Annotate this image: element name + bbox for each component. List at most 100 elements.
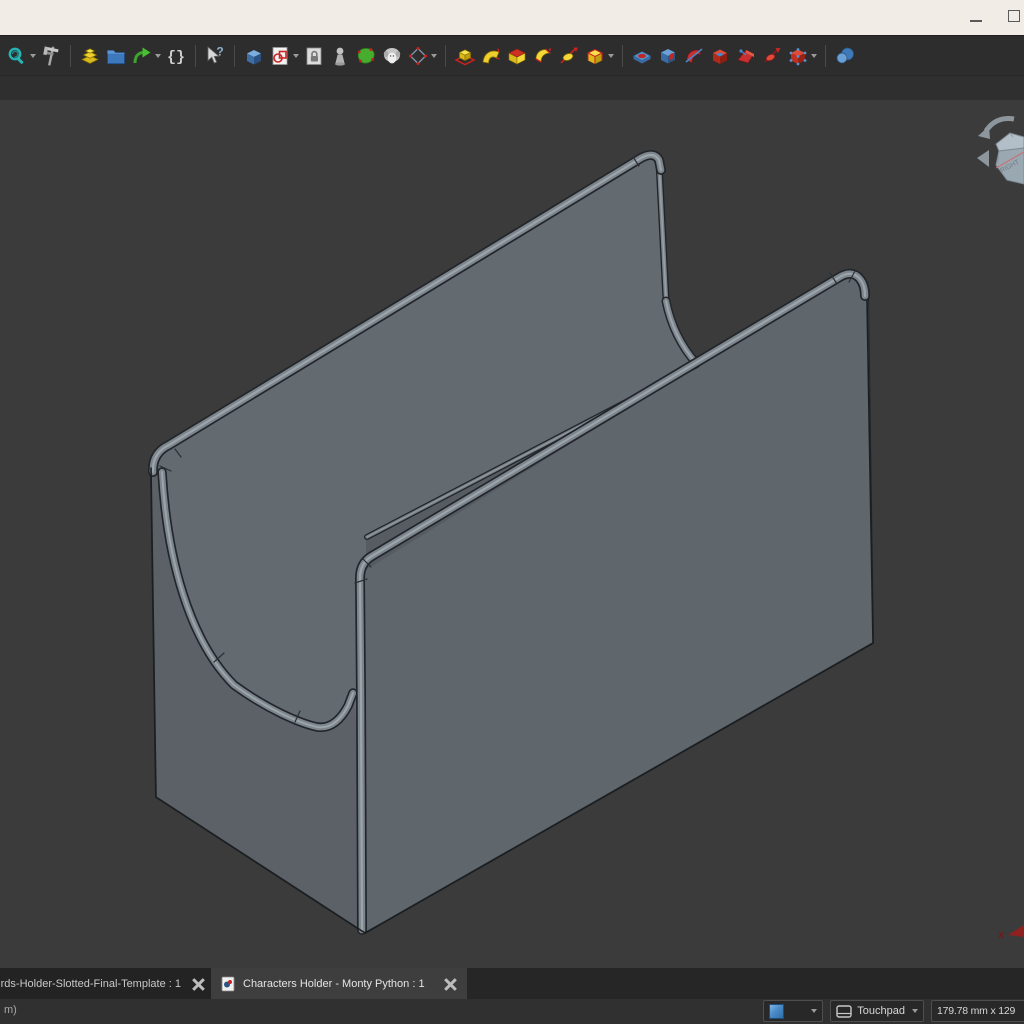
viewport-dimensions-value: 179.78 mm x 129 xyxy=(937,1005,1015,1017)
zoom-refresh-button[interactable] xyxy=(6,45,36,67)
rotate-arrow-icon[interactable] xyxy=(986,119,1014,132)
fill-solid-icon xyxy=(506,45,528,67)
select-query-cursor-icon: ? xyxy=(204,45,226,67)
model-characters-holder[interactable] xyxy=(0,100,1024,968)
measure-caliper-icon xyxy=(40,45,62,67)
fill-solid-button[interactable] xyxy=(506,45,528,67)
component-pawn-button[interactable] xyxy=(329,45,351,67)
edit-vertices-icon xyxy=(787,45,809,67)
touchpad-icon xyxy=(836,1005,852,1018)
dropdown-caret-icon[interactable] xyxy=(155,54,161,58)
hole-solid-button[interactable] xyxy=(657,45,679,67)
edit-edges-button[interactable] xyxy=(584,45,614,67)
open-folder-icon xyxy=(105,45,127,67)
cut-axis-button[interactable] xyxy=(761,45,783,67)
surface-patch-button[interactable] xyxy=(355,45,377,67)
sketch-layout-button[interactable] xyxy=(269,45,299,67)
status-message: m) xyxy=(4,1004,17,1016)
hole-solid-icon xyxy=(657,45,679,67)
part-solid-button[interactable] xyxy=(243,45,265,67)
move-grid-icon xyxy=(407,45,429,67)
locked-document-icon xyxy=(303,45,325,67)
tab-holder-template[interactable]: rds-Holder-Slotted-Final-Template : 1 xyxy=(0,968,211,999)
merge-bodies-icon xyxy=(834,45,856,67)
remove-round-button[interactable] xyxy=(683,45,705,67)
blend-solid-button[interactable] xyxy=(532,45,554,67)
toolbar-separator xyxy=(445,45,446,67)
replace-face-icon xyxy=(709,45,731,67)
dropdown-caret-icon[interactable] xyxy=(431,54,437,58)
view-cube-body[interactable]: RIGHT xyxy=(996,133,1024,184)
move-face-icon xyxy=(480,45,502,67)
part-solid-icon xyxy=(243,45,265,67)
pointer-mode-dropdown[interactable]: Touchpad xyxy=(830,1000,924,1022)
open-folder-button[interactable] xyxy=(105,45,127,67)
close-tab-icon[interactable] xyxy=(191,977,205,991)
dropdown-caret-icon[interactable] xyxy=(30,54,36,58)
x-axis-arrow-icon xyxy=(1008,925,1024,937)
measure-caliper-button[interactable] xyxy=(40,45,62,67)
main-toolbar: {}? xyxy=(0,35,1024,75)
selection-filter-icon xyxy=(769,1004,784,1019)
pull-solid-button[interactable] xyxy=(454,45,476,67)
revolve-axis-icon xyxy=(558,45,580,67)
window-titlebar xyxy=(0,0,1024,35)
revolve-axis-button[interactable] xyxy=(558,45,580,67)
dropdown-caret-icon[interactable] xyxy=(608,54,614,58)
tab-characters-holder[interactable]: Characters Holder - Monty Python : 1 xyxy=(211,968,467,999)
skin-surface-button[interactable] xyxy=(381,45,403,67)
dropdown-caret-icon[interactable] xyxy=(293,54,299,58)
selection-filter-dropdown[interactable] xyxy=(763,1000,823,1022)
dropdown-caret-icon xyxy=(811,1009,817,1013)
share-export-button[interactable] xyxy=(131,45,161,67)
tab-label: Characters Holder - Monty Python : 1 xyxy=(243,978,425,990)
pan-left-arrow-icon[interactable] xyxy=(977,150,989,167)
material-blocks-button[interactable] xyxy=(79,45,101,67)
svg-text:?: ? xyxy=(216,45,223,59)
shell-solid-icon xyxy=(631,45,653,67)
document-tabbar: rds-Holder-Slotted-Final-Template : 1 Ch… xyxy=(0,968,1024,999)
document-icon xyxy=(221,976,235,992)
sketch-layout-icon xyxy=(269,45,291,67)
toolbar-separator xyxy=(70,45,71,67)
move-grid-button[interactable] xyxy=(407,45,437,67)
skin-surface-icon xyxy=(381,45,403,67)
surface-patch-icon xyxy=(355,45,377,67)
restore-icon xyxy=(1008,10,1020,22)
x-axis-label: x xyxy=(998,929,1005,941)
component-pawn-icon xyxy=(329,45,351,67)
cut-axis-icon xyxy=(761,45,783,67)
toolbar-separator xyxy=(825,45,826,67)
replace-face-button[interactable] xyxy=(709,45,731,67)
minimize-button[interactable] xyxy=(970,9,982,27)
share-export-icon xyxy=(131,45,153,67)
script-braces-button[interactable]: {} xyxy=(165,45,187,67)
close-tab-icon[interactable] xyxy=(443,977,457,991)
zoom-refresh-icon xyxy=(6,45,28,67)
merge-bodies-button[interactable] xyxy=(834,45,856,67)
cut-wedge-button[interactable] xyxy=(735,45,757,67)
restore-button[interactable] xyxy=(1008,9,1020,27)
blend-solid-icon xyxy=(532,45,554,67)
move-face-button[interactable] xyxy=(480,45,502,67)
shell-solid-button[interactable] xyxy=(631,45,653,67)
statusbar: m) Touchpad 179.78 mm x 129 xyxy=(0,999,1024,1024)
locked-document-button[interactable] xyxy=(303,45,325,67)
cut-wedge-icon xyxy=(735,45,757,67)
toolbar-separator xyxy=(622,45,623,67)
view-cube[interactable]: RIGHT xyxy=(976,106,1024,206)
edit-edges-icon xyxy=(584,45,606,67)
material-blocks-icon xyxy=(79,45,101,67)
axis-triad: x xyxy=(994,922,1024,944)
toolbar-separator xyxy=(234,45,235,67)
pointer-mode-label: Touchpad xyxy=(857,1005,905,1017)
viewport-dimensions-field[interactable]: 179.78 mm x 129 xyxy=(931,1000,1024,1022)
3d-viewport[interactable]: RIGHT x xyxy=(0,100,1024,968)
minimize-icon xyxy=(970,20,982,22)
tab-label: rds-Holder-Slotted-Final-Template : 1 xyxy=(0,978,181,990)
dropdown-caret-icon[interactable] xyxy=(811,54,817,58)
select-query-cursor-button[interactable]: ? xyxy=(204,45,226,67)
secondary-toolbar xyxy=(0,75,1024,100)
pull-solid-icon xyxy=(454,45,476,67)
edit-vertices-button[interactable] xyxy=(787,45,817,67)
